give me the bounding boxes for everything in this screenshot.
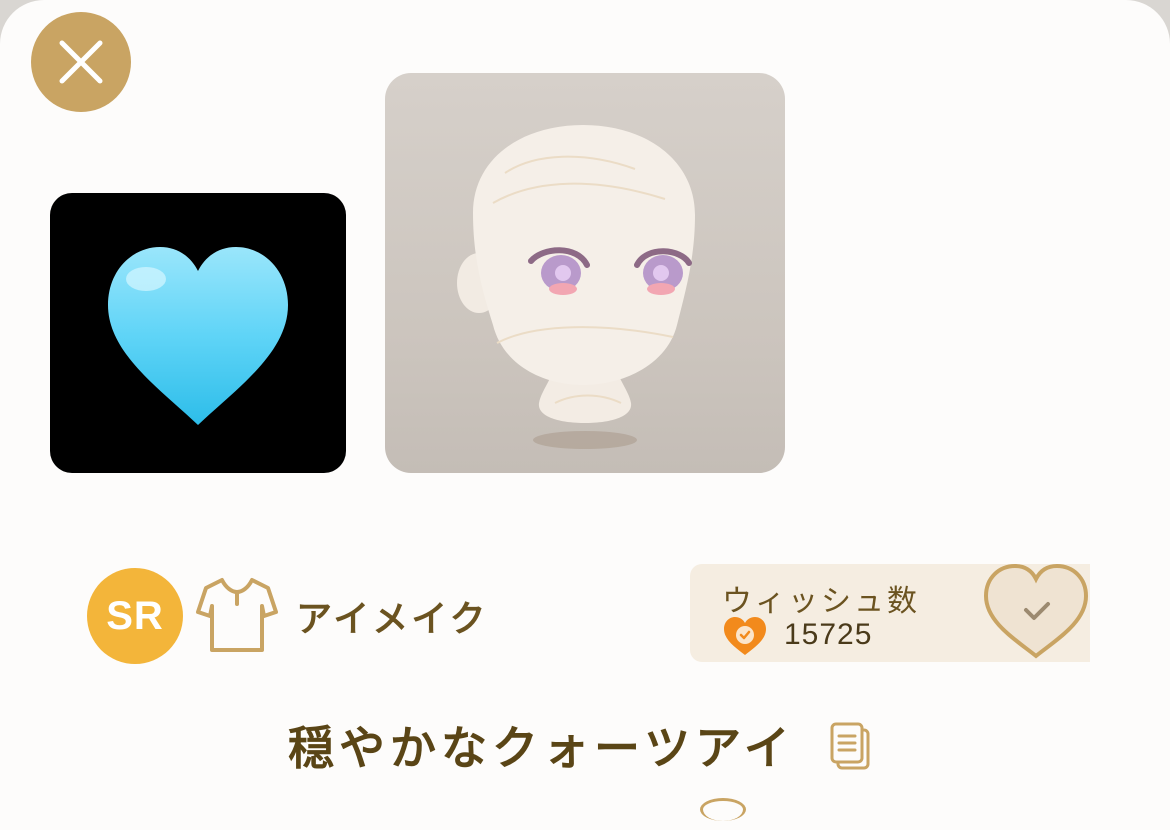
wish-heart-button[interactable]	[980, 562, 1092, 662]
category-label: アイメイク	[296, 599, 489, 640]
shirt-icon	[196, 578, 278, 652]
item-detail-sheet: SR アイメイク ウィッシュ数 15725 穏やかなクォーツアイ	[0, 0, 1170, 830]
item-preview	[385, 73, 785, 473]
cut-off-icon	[700, 798, 746, 821]
copy-icon[interactable]	[828, 718, 876, 774]
close-icon	[59, 40, 103, 84]
item-thumbnail[interactable]	[50, 193, 346, 473]
close-button[interactable]	[31, 12, 131, 112]
orange-heart-check-icon	[724, 617, 766, 655]
wish-count-title: ウィッシュ数	[722, 584, 920, 619]
mannequin-head-image	[457, 125, 695, 449]
rarity-badge: SR	[87, 568, 183, 664]
item-name: 穏やかなクォーツアイ	[288, 721, 795, 775]
light-blue-heart-icon	[108, 247, 288, 425]
wish-count-value: 15725	[784, 618, 873, 651]
